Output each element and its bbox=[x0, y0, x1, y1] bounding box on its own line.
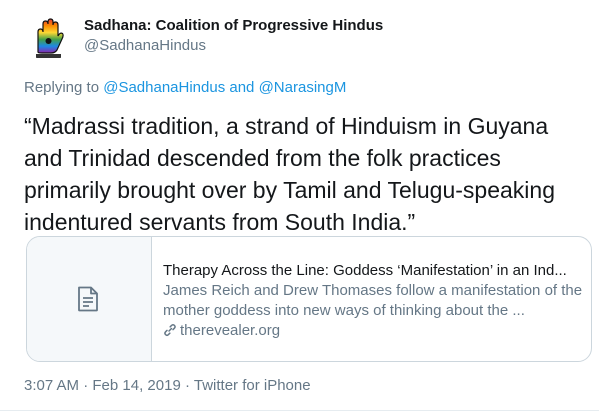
reply-conjunction: and bbox=[225, 79, 259, 96]
author-display-name[interactable]: Sadhana: Coalition of Progressive Hindus bbox=[84, 16, 383, 36]
meta-separator: · bbox=[79, 377, 93, 394]
divider bbox=[0, 410, 599, 411]
tweet-meta: 3:07 AM · Feb 14, 2019 · Twitter for iPh… bbox=[24, 376, 311, 396]
link-preview-card[interactable]: Therapy Across the Line: Goddess ‘Manife… bbox=[26, 236, 592, 362]
mention-link-2[interactable]: @NarasingM bbox=[259, 79, 347, 96]
mention-link-1[interactable]: @SadhanaHindus bbox=[103, 79, 225, 96]
card-description: James Reich and Drew Thomases follow a m… bbox=[163, 282, 583, 319]
card-thumbnail bbox=[27, 237, 152, 361]
raised-hand-logo-icon bbox=[24, 12, 73, 61]
replying-to-line: Replying to @SadhanaHindus and @Narasing… bbox=[24, 78, 346, 98]
document-icon bbox=[78, 286, 98, 312]
card-title: Therapy Across the Line: Goddess ‘Manife… bbox=[163, 262, 567, 279]
avatar[interactable] bbox=[24, 12, 73, 61]
link-icon bbox=[164, 323, 176, 337]
author-handle[interactable]: @SadhanaHindus bbox=[84, 36, 383, 56]
replying-to-label: Replying to bbox=[24, 79, 104, 96]
meta-separator: · bbox=[180, 377, 194, 394]
tweet-date[interactable]: Feb 14, 2019 bbox=[92, 377, 180, 394]
card-domain-text: therevealer.org bbox=[180, 322, 281, 339]
tweet-text: “Madrassi tradition, a strand of Hinduis… bbox=[24, 113, 555, 235]
card-domain: therevealer.org bbox=[163, 321, 583, 341]
tweet-source[interactable]: Twitter for iPhone bbox=[194, 377, 311, 394]
tweet-header: Sadhana: Coalition of Progressive Hindus… bbox=[24, 12, 584, 72]
tweet-time[interactable]: 3:07 AM bbox=[24, 377, 79, 394]
